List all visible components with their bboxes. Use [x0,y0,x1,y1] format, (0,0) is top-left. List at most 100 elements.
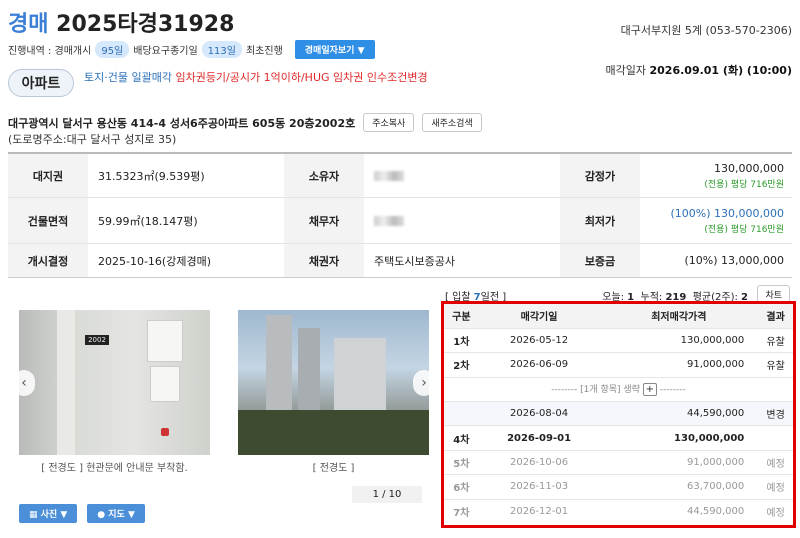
price: 130,000,000 [599,425,759,451]
column-result: 결과 [758,304,793,329]
table-row: 4차 2026-09-01 130,000,000 [444,425,793,451]
sale-date: 매각일자 2026.09.01 (화) (10:00) [606,62,792,78]
price: 44,590,000 [687,506,745,518]
notice-conditions: 임차권등기/공시가 1억이하/HUG 임차권 인수조건변경 [175,71,428,84]
door-sticker [161,428,169,436]
owner-label: 소유자 [284,154,364,197]
notice-bulk: 토지·건물 일괄매각 [84,71,172,84]
photo-caption-2: [ 전경도 ] [312,463,355,474]
result: 변경 [758,401,793,427]
map-button-label: 지도 ▼ [108,510,135,520]
deposit-value: (10%) 13,000,000 [684,254,784,267]
next-photo-arrow-icon[interactable]: › [413,370,429,396]
start-decision-value: 2025-10-16(강제경매) [98,254,211,268]
photo-pager: 1 / 10 [352,486,422,503]
notice-paper [150,366,180,402]
table-header: 구분 매각기일 최저매각가격 결과 [444,304,793,329]
creditor-value: 주택도시보증공사 [374,254,455,268]
date: 2026-05-12 [478,328,600,354]
building-area-value: 59.99㎡(18.147평) [98,214,198,228]
map-pin-icon: ● [97,510,106,520]
owner-value [364,154,560,197]
round: 2차 [444,352,479,378]
photo-button-label: 사진 ▼ [40,510,68,520]
progress-prefix: 진행내역 : 경매개시 [8,46,92,57]
omitted-label: -------- [1개 항목] 생략 [551,385,640,396]
blurred-name [374,170,404,181]
omitted-tail: -------- [659,385,686,396]
photo-front-door[interactable]: 2002 ‹ [13,310,210,455]
round: 5차 [444,450,479,476]
case-number: 2025타경31928 [56,12,235,37]
minimum-per-pyeong: (전용) 평당 716만원 [704,224,784,235]
result: 유찰 [758,352,793,378]
media-buttons: ▦ 사진 ▼ ● 지도 ▼ [19,504,145,523]
dividend-deadline-label: 배당요구종기일 [133,46,198,57]
result [758,425,793,451]
round: 7차 [453,508,470,520]
price: 44,590,000 [599,401,759,427]
photo-button[interactable]: ▦ 사진 ▼ [19,504,78,523]
door-frame [57,310,75,455]
price: 91,000,000 [599,450,759,476]
info-row: 대지권 31.5323㎡(9.539평) 소유자 감정가 130,000,000… [8,154,792,198]
caption-text: 현관문에 안내문 부착함. [86,463,188,474]
auction-dates-button[interactable]: 경매일자보기 ▼ [294,40,375,59]
date: 2026-09-01 [478,425,600,451]
land-right-value: 31.5323㎡(9.539평) [98,169,205,183]
column-round: 구분 [444,304,479,329]
info-row: 개시결정 2025-10-16(강제경매) 채권자 주택도시보증공사 보증금 (… [8,244,792,277]
omitted-row: -------- [1개 항목] 생략 + -------- [444,377,793,403]
table-row: 7차 2026-12-01 44,590,000 예정 [444,499,793,523]
address-row: 대구광역시 달서구 용산동 414-4 성서6주공아파트 605동 20층200… [8,113,482,132]
building-shape [266,315,292,425]
appraisal-per-pyeong: (전용) 평당 716만원 [704,179,784,190]
date: 2026-10-06 [478,450,600,476]
photo-caption-1: [ 전경도 ] 현관문에 안내문 부착함. [19,459,210,474]
photo-exterior[interactable]: › [238,310,429,455]
property-type-badge: 아파트 [8,69,74,97]
minimum-price-value: (100%) 130,000,000 (전용) 평당 716만원 [640,198,792,243]
case-title: 경매 2025타경31928 [8,6,234,38]
info-row: 건물면적 59.99㎡(18.147평) 채무자 최저가 (100%) 130,… [8,198,792,244]
building-area-label: 건물면적 [8,198,88,243]
appraisal-price: 130,000,000 [714,161,784,175]
minimum-price: (100%) 130,000,000 [670,206,784,220]
auction-type-label: 경매 [8,12,49,37]
price: 130,000,000 [599,328,759,354]
round: 4차 [444,425,479,451]
table-row: 5차 2026-10-06 91,000,000 예정 [444,450,793,476]
column-price: 최저매각가격 [599,304,759,329]
result: 예정 [758,474,793,500]
date: 2026-06-09 [478,352,600,378]
new-address-search-button[interactable]: 새주소검색 [422,113,482,132]
stage-label: 최초진행 [245,46,283,57]
date: 2026-08-04 [478,401,600,427]
days-to-deadline: 113일 [201,41,242,58]
caption-tag: [ 전경도 ] [41,463,84,474]
address: 대구광역시 달서구 용산동 414-4 성서6주공아파트 605동 20층200… [8,116,356,130]
land-right-label: 대지권 [8,154,88,197]
map-button[interactable]: ● 지도 ▼ [87,504,145,523]
progress-info: 진행내역 : 경매개시 95일 배당요구종기일 113일 최초진행 경매일자보기… [8,40,375,59]
sale-notice: 토지·건물 일괄매각 임차권등기/공시가 1억이하/HUG 임차권 인수조건변경 [84,69,428,85]
copy-address-button[interactable]: 주소복사 [363,113,415,132]
result: 예정 [758,450,793,476]
minimum-price-label: 최저가 [560,198,640,243]
round: 1차 [444,328,479,354]
notice-paper [147,320,183,362]
start-decision-label: 개시결정 [8,244,88,277]
sale-date-value: 2026.09.01 (화) (10:00) [649,64,793,77]
table-row: 2026-08-04 44,590,000 변경 [444,401,793,427]
auction-history-table: 구분 매각기일 최저매각가격 결과 1차 2026-05-12 130,000,00… [444,304,793,524]
table-row: 1차 2026-05-12 130,000,000 유찰 [444,328,793,354]
road-address: (도로명주소:대구 달서구 성지로 35) [8,133,177,146]
table-row: 2차 2026-06-09 91,000,000 유찰 [444,352,793,378]
date: 2026-12-01 [509,506,569,518]
trees [238,410,429,455]
round: 6차 [444,474,479,500]
expand-plus-icon[interactable]: + [642,383,657,397]
prev-photo-arrow-icon[interactable]: ‹ [13,370,35,396]
deposit-label: 보증금 [560,244,640,277]
column-date: 매각기일 [478,304,600,329]
